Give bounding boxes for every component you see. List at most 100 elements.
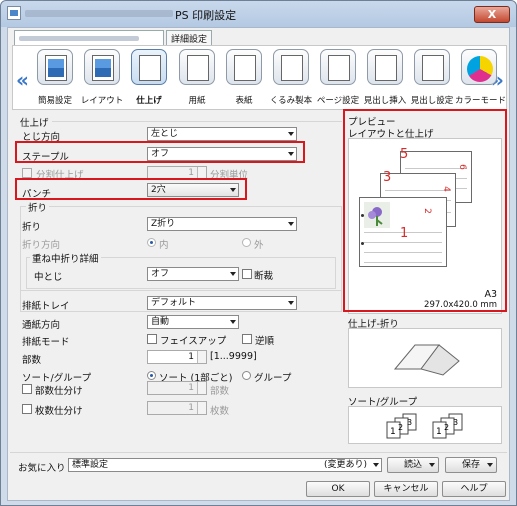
ok-button[interactable]: OK	[306, 481, 370, 497]
group-radio[interactable]	[242, 371, 251, 380]
category-label: 用紙	[188, 96, 206, 106]
dialog-client: 詳細設定 « » 簡易設定 レイアウト 仕上げ 用紙 表紙 くるみ製本 ページ設定 見出し挿入…	[7, 27, 510, 501]
spinner-arrows-icon	[197, 382, 206, 394]
output-mode-label: 排紙モード	[22, 337, 70, 348]
tab-settings-glyph	[422, 55, 444, 81]
layout-icon	[84, 49, 120, 85]
favorites-label: お気に入り	[18, 463, 66, 474]
tab-insert-icon	[367, 49, 403, 85]
perfect-binding-glyph	[281, 55, 303, 81]
offset-sheets-spinner[interactable]: 1	[147, 401, 207, 415]
divider	[10, 452, 507, 453]
offset-copies-label: 部数仕分け	[35, 386, 83, 397]
fold-direction-inner-radio[interactable]	[147, 238, 156, 247]
reverse-order-checkbox[interactable]	[242, 334, 252, 344]
print-settings-window: PS 印刷設定 X 詳細設定 « » 簡易設定 レイアウト 仕上げ 用紙 表紙 くるみ製本…	[0, 0, 517, 506]
chevron-down-icon	[429, 463, 435, 467]
close-button[interactable]: X	[474, 6, 510, 23]
category-cover-button[interactable]: 表紙	[220, 49, 268, 107]
svg-text:3: 3	[407, 418, 412, 427]
staple-highlight	[15, 141, 305, 163]
category-color-mode-button[interactable]: カラーモード	[455, 49, 507, 107]
category-label: 見出し挿入	[363, 96, 407, 106]
category-perfect-binding-button[interactable]: くるみ製本	[267, 49, 315, 107]
trim-label: 断裁	[254, 271, 274, 282]
output-tray-value: デフォルト	[151, 298, 197, 308]
binding-direction-value: 左とじ	[151, 129, 179, 139]
color-mode-icon	[461, 49, 497, 85]
quick-setup-glyph	[45, 55, 67, 81]
category-label: 簡易設定	[37, 96, 72, 106]
section-divider	[52, 121, 342, 122]
fold-direction-outer-radio[interactable]	[242, 238, 251, 247]
face-up-checkbox[interactable]	[147, 334, 157, 344]
sort-preview-canvas: 123 123	[348, 406, 502, 444]
chevron-down-icon	[288, 301, 294, 305]
printer-app-icon	[7, 6, 21, 20]
binding-direction-select[interactable]: 左とじ	[147, 127, 297, 141]
category-tab-settings-button[interactable]: 見出し設定	[408, 49, 456, 107]
sorted-set-icon: 1 23	[386, 413, 417, 439]
offset-copies-unit: 部数	[210, 386, 230, 397]
category-quick-setup-button[interactable]: 簡易設定	[31, 49, 79, 107]
category-finishing-button[interactable]: 仕上げ	[125, 49, 173, 107]
offset-copies-checkbox[interactable]	[22, 384, 32, 394]
preview-highlight	[343, 109, 507, 312]
perfect-binding-icon	[273, 49, 309, 85]
help-button[interactable]: ヘルプ	[442, 481, 506, 497]
category-tab-insert-button[interactable]: 見出し挿入	[361, 49, 409, 107]
page-setup-icon	[320, 49, 356, 85]
color-mode-glyph	[467, 56, 493, 82]
save-button-label: 保存	[461, 460, 480, 470]
tab-printer[interactable]	[14, 30, 164, 45]
save-button[interactable]: 保存	[445, 457, 497, 473]
feed-direction-label: 通紙方向	[22, 320, 61, 331]
scroll-left-icon[interactable]: «	[16, 68, 29, 92]
favorites-modified: (変更あり)	[323, 460, 367, 470]
offset-sheets-label: 枚数仕分け	[35, 406, 83, 417]
trim-checkbox[interactable]	[242, 269, 252, 279]
category-layout-button[interactable]: レイアウト	[78, 49, 126, 107]
fold-group-title: 折り	[26, 200, 50, 214]
svg-text:1: 1	[390, 427, 396, 437]
paper-icon	[179, 49, 215, 85]
chevron-down-icon	[288, 222, 294, 226]
reverse-order-label: 逆順	[255, 336, 275, 347]
quick-setup-icon	[37, 49, 73, 85]
offset-sheets-checkbox[interactable]	[22, 404, 32, 414]
feed-direction-select[interactable]: 自動	[147, 315, 239, 329]
divider	[20, 290, 342, 291]
group-radio-label: グループ	[254, 373, 292, 384]
output-tray-select[interactable]: デフォルト	[147, 296, 297, 310]
sort-group-label: ソート/グループ	[22, 373, 92, 384]
cancel-button[interactable]: キャンセル	[374, 481, 438, 497]
offset-copies-spinner[interactable]: 1	[147, 381, 207, 395]
category-page-setup-button[interactable]: ページ設定	[314, 49, 362, 107]
fold-label: 折り	[22, 222, 42, 233]
z-fold-icon	[393, 344, 460, 376]
load-button[interactable]: 読込	[387, 457, 439, 473]
category-label: カラーモード	[455, 96, 507, 106]
svg-text:2: 2	[398, 423, 403, 432]
saddle-stitch-select[interactable]: オフ	[147, 267, 239, 281]
chevron-down-icon	[230, 272, 236, 276]
face-up-label: フェイスアップ	[160, 336, 227, 347]
tab-detail-settings[interactable]: 詳細設定	[166, 30, 212, 45]
chevron-down-icon	[230, 320, 236, 324]
category-paper-button[interactable]: 用紙	[173, 49, 221, 107]
spinner-arrows-icon	[197, 351, 206, 363]
sorted-set-icon: 1 23	[432, 413, 463, 439]
title-bar: PS 印刷設定 X	[1, 1, 516, 27]
fold-direction-label: 折り方向	[22, 240, 61, 251]
favorites-select[interactable]: 標準設定 (変更あり)	[68, 458, 382, 472]
sort-radio[interactable]	[147, 371, 156, 380]
fold-select[interactable]: Z折り	[147, 217, 297, 231]
copies-spinner[interactable]: 1	[147, 350, 207, 364]
split-finishing-checkbox[interactable]	[22, 168, 32, 178]
tab-printer-blurred	[19, 36, 139, 41]
feed-direction-value: 自動	[151, 317, 170, 327]
svg-text:2: 2	[444, 423, 449, 432]
saddle-stitch-label: 中とじ	[34, 272, 63, 283]
category-label: 見出し設定	[410, 96, 454, 106]
chevron-down-icon	[288, 132, 294, 136]
